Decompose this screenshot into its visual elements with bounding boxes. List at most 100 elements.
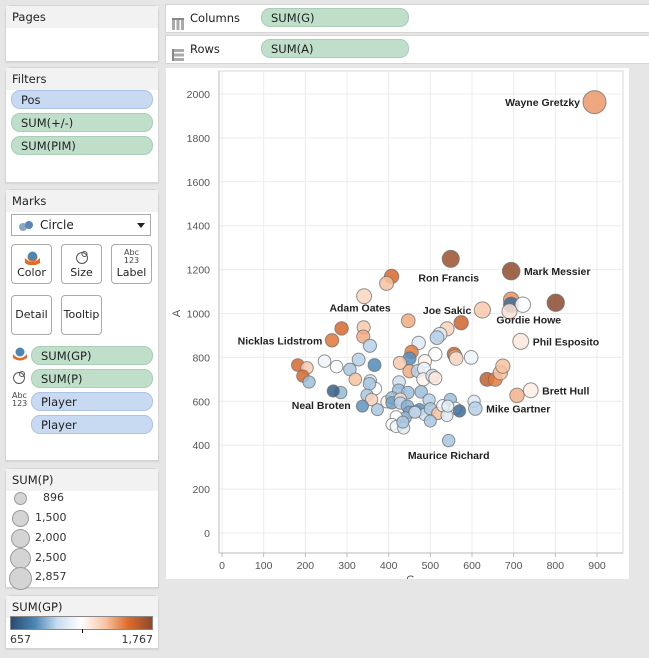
y-tick-label: 2000: [187, 89, 211, 101]
filter-pill-pim[interactable]: SUM(PIM): [11, 136, 153, 155]
data-point: [334, 321, 349, 336]
color-encoding-icon: [12, 347, 28, 364]
label-icon: Abc 123: [123, 248, 140, 265]
size-button[interactable]: Size: [61, 244, 102, 284]
data-point: [582, 90, 607, 115]
size-legend-value: 896: [43, 491, 64, 504]
marks-title: Marks: [6, 190, 158, 212]
data-label: Brett Hull: [542, 385, 589, 397]
y-tick-label: 800: [192, 352, 210, 364]
columns-shelf: Columns SUM(G): [165, 4, 649, 33]
data-point: [468, 401, 483, 416]
y-tick-label: 1200: [187, 265, 211, 277]
x-tick-label: 200: [297, 560, 315, 572]
label-encoding-icon: Abc 123: [12, 391, 28, 408]
data-point: [355, 399, 369, 413]
vertical-scrollbar[interactable]: [629, 68, 649, 579]
y-tick-label: 400: [192, 440, 210, 452]
label-field-pill[interactable]: Player: [31, 392, 153, 411]
data-point: [324, 333, 340, 348]
data-point: [441, 249, 460, 268]
size-button-label: Size: [70, 266, 93, 279]
x-tick-label: 100: [255, 560, 273, 572]
rows-shelf: Rows SUM(A): [165, 35, 649, 64]
tooltip-button-label: Tooltip: [63, 308, 100, 321]
y-tick-label: 1000: [187, 309, 211, 321]
size-legend-value: 2,857: [35, 570, 67, 583]
data-point: [448, 351, 464, 366]
color-field-pill[interactable]: SUM(GP): [31, 346, 153, 365]
data-label: Phil Esposito: [533, 336, 600, 348]
data-point: [379, 275, 395, 291]
columns-label-text: Columns: [190, 11, 241, 25]
data-point: [453, 315, 469, 331]
detail-button-label: Detail: [15, 308, 48, 321]
filter-pill-pos[interactable]: Pos: [11, 90, 153, 109]
color-legend-title: SUM(GP): [6, 596, 158, 618]
filter-pill-plus-minus[interactable]: SUM(+/-): [11, 113, 153, 132]
data-point: [423, 414, 437, 428]
mark-type-dropdown[interactable]: Circle: [11, 214, 151, 236]
x-axis-title: G: [406, 574, 415, 579]
color-button[interactable]: Color: [11, 244, 52, 284]
size-legend-value: 2,500: [35, 551, 67, 564]
data-point: [408, 405, 422, 419]
data-point: [495, 358, 511, 374]
size-legend-circle: [11, 529, 30, 548]
chart-area: 0 100 200 300 400 500 600 700 800 900 0 200 400 600 80…: [166, 68, 629, 586]
tooltip-button[interactable]: Tooltip: [61, 295, 102, 335]
size-legend-circle: [12, 510, 29, 527]
chevron-down-icon: [137, 223, 145, 228]
size-legend-value: 2,000: [35, 531, 67, 544]
size-legend-circle: [14, 492, 27, 505]
rows-pill[interactable]: SUM(A): [261, 39, 409, 58]
x-tick-label: 400: [380, 560, 398, 572]
filters-title: Filters: [6, 68, 158, 90]
plot-frame: [218, 70, 624, 554]
color-legend-max: 1,767: [121, 633, 154, 646]
data-point: [429, 330, 445, 345]
columns-pill[interactable]: SUM(G): [261, 8, 409, 27]
data-point: [546, 293, 565, 312]
data-label: Neal Broten: [292, 400, 351, 412]
color-legend-min: 657: [10, 633, 31, 646]
x-tick-label: 800: [547, 560, 565, 572]
label-button[interactable]: Abc 123 Label: [111, 244, 152, 284]
size-legend-value: 1,500: [35, 511, 67, 524]
data-label: Ron Francis: [418, 272, 479, 284]
y-tick-label: 1600: [187, 177, 211, 189]
data-point: [326, 384, 340, 398]
data-point: [396, 415, 410, 429]
x-tick-label: 900: [588, 560, 606, 572]
data-label: Nicklas Lidstrom: [238, 335, 323, 347]
data-point: [302, 375, 316, 389]
data-point: [473, 301, 492, 319]
rows-label: Rows: [172, 36, 220, 63]
data-point: [362, 376, 377, 391]
scatter-plot: 0 100 200 300 400 500 600 700 800 900 0 200 400 600 80…: [171, 70, 624, 586]
data-point: [356, 288, 373, 305]
size-encoding-icon: [12, 370, 28, 387]
data-point: [501, 261, 521, 281]
size-field-pill[interactable]: SUM(P): [31, 369, 153, 388]
data-point: [317, 354, 332, 368]
data-label: Maurice Richard: [408, 450, 490, 462]
circle-mark-icon: [18, 220, 34, 235]
color-button-label: Color: [17, 266, 46, 279]
data-point: [441, 433, 456, 448]
columns-icon: [172, 13, 184, 30]
data-point: [512, 332, 530, 350]
size-legend-circle: [10, 548, 31, 569]
rows-icon: [172, 44, 184, 61]
size-legend-circle: [9, 567, 32, 590]
columns-label: Columns: [172, 5, 240, 32]
detail-field-pill[interactable]: Player: [31, 415, 153, 434]
data-point: [400, 313, 416, 329]
mark-type-label: Circle: [40, 218, 74, 232]
data-point: [351, 352, 366, 367]
detail-button[interactable]: Detail: [11, 295, 52, 335]
data-point: [428, 371, 443, 386]
data-label: Adam Oates: [329, 303, 390, 315]
data-label: Mike Gartner: [486, 404, 550, 416]
color-legend-midpoint-tick: [82, 629, 83, 633]
